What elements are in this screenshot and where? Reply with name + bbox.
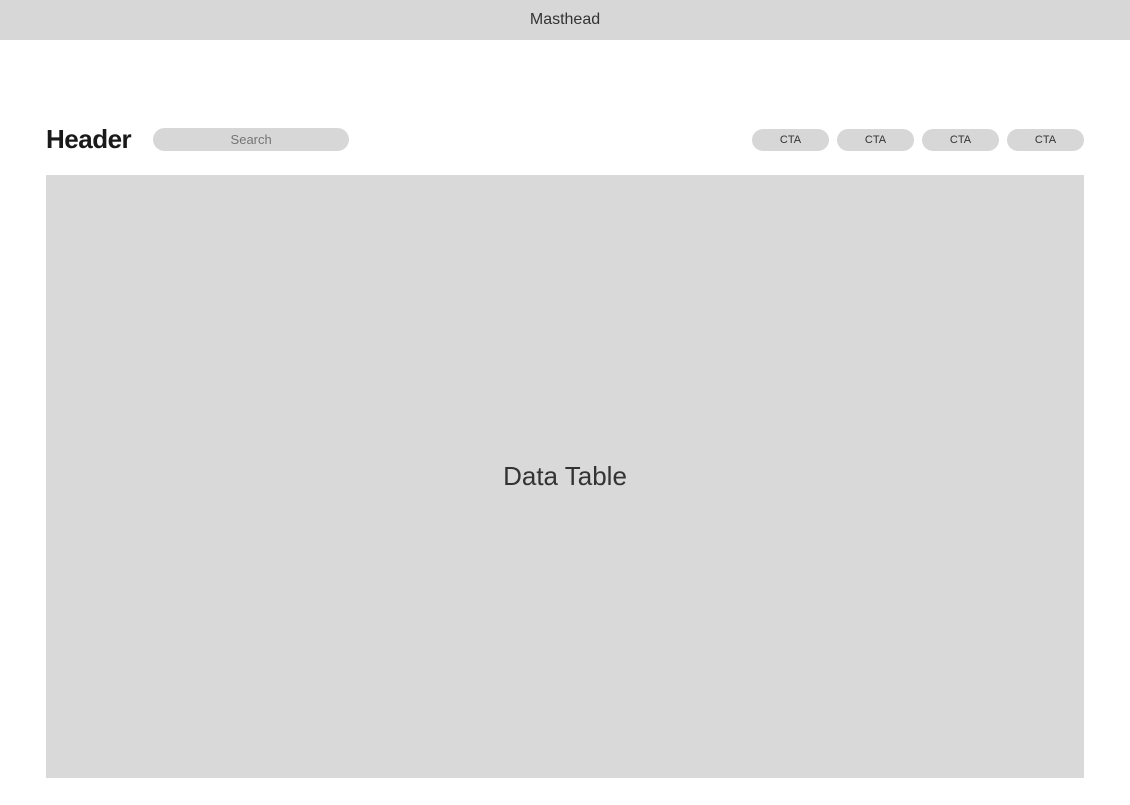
data-table-label: Data Table — [503, 461, 627, 492]
masthead-label: Masthead — [530, 11, 600, 29]
header-left: Header — [46, 124, 349, 155]
cta-button-2[interactable]: CTA — [837, 129, 914, 151]
cta-button-1[interactable]: CTA — [752, 129, 829, 151]
masthead: Masthead — [0, 0, 1130, 40]
header-right: CTA CTA CTA CTA — [752, 129, 1084, 151]
search-input[interactable] — [153, 128, 349, 151]
cta-button-3[interactable]: CTA — [922, 129, 999, 151]
header-row: Header CTA CTA CTA CTA — [46, 124, 1084, 155]
page-title: Header — [46, 124, 131, 155]
cta-button-4[interactable]: CTA — [1007, 129, 1084, 151]
content-wrap: Header CTA CTA CTA CTA Data Table — [0, 40, 1130, 778]
data-table: Data Table — [46, 175, 1084, 778]
